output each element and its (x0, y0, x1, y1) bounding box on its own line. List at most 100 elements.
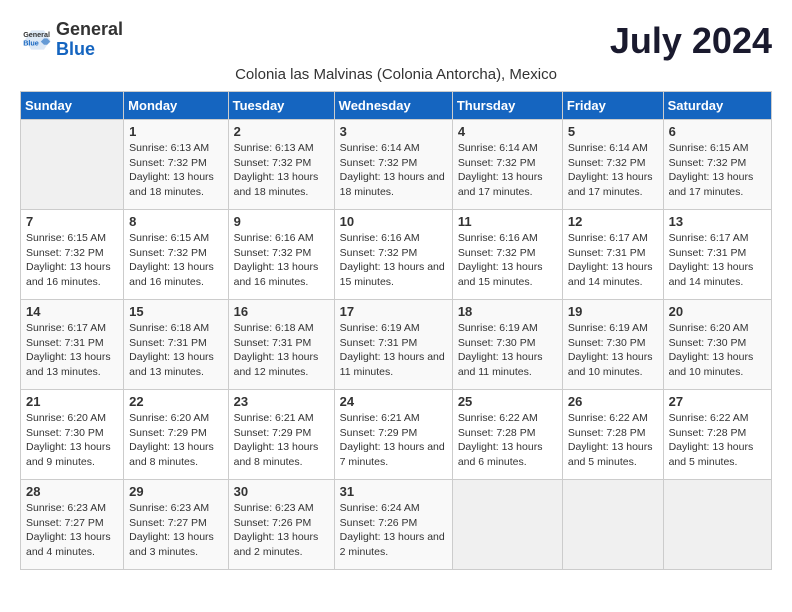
calendar-cell: 25Sunrise: 6:22 AMSunset: 7:28 PMDayligh… (452, 390, 562, 480)
day-info: Sunrise: 6:22 AMSunset: 7:28 PMDaylight:… (669, 411, 766, 470)
day-number: 17 (340, 304, 447, 319)
header-area: General Blue General Blue July 2024 (20, 20, 772, 62)
calendar-cell: 20 Sunrise: 6:20 AMSunset: 7:30 PMDayligh… (663, 300, 771, 390)
calendar-cell: 30Sunrise: 6:23 AMSunset: 7:26 PMDayligh… (228, 480, 334, 570)
day-info: Sunrise: 6:21 AMSunset: 7:29 PMDaylight:… (340, 411, 447, 470)
day-number: 19 (568, 304, 658, 319)
day-info: Sunrise: 6:23 AMSunset: 7:27 PMDaylight:… (129, 501, 222, 560)
month-year-title: July 2024 (610, 20, 772, 62)
calendar-cell: 28Sunrise: 6:23 AMSunset: 7:27 PMDayligh… (21, 480, 124, 570)
day-info: Sunrise: 6:14 AMSunset: 7:32 PMDaylight:… (568, 141, 658, 200)
day-number: 12 (568, 214, 658, 229)
calendar-cell: 19 Sunrise: 6:19 AMSunset: 7:30 PMDayligh… (562, 300, 663, 390)
day-info: Sunrise: 6:18 AMSunset: 7:31 PMDaylight:… (129, 321, 222, 380)
calendar-cell: 13Sunrise: 6:17 AMSunset: 7:31 PMDayligh… (663, 210, 771, 300)
day-number: 6 (669, 124, 766, 139)
day-number: 24 (340, 394, 447, 409)
day-number: 5 (568, 124, 658, 139)
calendar-week-row: 14Sunrise: 6:17 AMSunset: 7:31 PMDayligh… (21, 300, 772, 390)
day-info: Sunrise: 6:21 AMSunset: 7:29 PMDaylight:… (234, 411, 329, 470)
calendar-cell (21, 120, 124, 210)
day-info: Sunrise: 6:17 AMSunset: 7:31 PMDaylight:… (26, 321, 118, 380)
logo: General Blue General Blue (20, 20, 123, 60)
calendar-cell (663, 480, 771, 570)
calendar-cell: 24 Sunrise: 6:21 AMSunset: 7:29 PMDayligh… (334, 390, 452, 480)
calendar-cell: 16 Sunrise: 6:18 AMSunset: 7:31 PMDayligh… (228, 300, 334, 390)
day-number: 15 (129, 304, 222, 319)
day-info: Sunrise: 6:13 AMSunset: 7:32 PMDaylight:… (129, 141, 222, 200)
day-info: Sunrise: 6:20 AMSunset: 7:30 PMDaylight:… (26, 411, 118, 470)
weekday-header-sunday: Sunday (21, 92, 124, 120)
calendar-cell: 3 Sunrise: 6:14 AMSunset: 7:32 PMDaylight… (334, 120, 452, 210)
calendar-cell: 10 Sunrise: 6:16 AMSunset: 7:32 PMDayligh… (334, 210, 452, 300)
day-number: 2 (234, 124, 329, 139)
day-info: Sunrise: 6:22 AMSunset: 7:28 PMDaylight:… (568, 411, 658, 470)
calendar-table: SundayMondayTuesdayWednesdayThursdayFrid… (20, 91, 772, 570)
weekday-header-friday: Friday (562, 92, 663, 120)
weekday-header-monday: Monday (124, 92, 228, 120)
calendar-cell: 4 Sunrise: 6:14 AMSunset: 7:32 PMDaylight… (452, 120, 562, 210)
calendar-cell: 17 Sunrise: 6:19 AMSunset: 7:31 PMDayligh… (334, 300, 452, 390)
day-number: 27 (669, 394, 766, 409)
calendar-cell: 7Sunrise: 6:15 AMSunset: 7:32 PMDaylight… (21, 210, 124, 300)
logo-blue-text: Blue (56, 39, 95, 59)
day-number: 9 (234, 214, 329, 229)
calendar-cell: 21 Sunrise: 6:20 AMSunset: 7:30 PMDayligh… (21, 390, 124, 480)
day-number: 30 (234, 484, 329, 499)
day-info: Sunrise: 6:23 AMSunset: 7:27 PMDaylight:… (26, 501, 118, 560)
calendar-cell: 12 Sunrise: 6:17 AMSunset: 7:31 PMDayligh… (562, 210, 663, 300)
calendar-cell: 27 Sunrise: 6:22 AMSunset: 7:28 PMDayligh… (663, 390, 771, 480)
day-number: 21 (26, 394, 118, 409)
day-number: 25 (458, 394, 557, 409)
day-info: Sunrise: 6:15 AMSunset: 7:32 PMDaylight:… (26, 231, 118, 290)
calendar-cell: 22 Sunrise: 6:20 AMSunset: 7:29 PMDayligh… (124, 390, 228, 480)
calendar-cell: 31 Sunrise: 6:24 AMSunset: 7:26 PMDayligh… (334, 480, 452, 570)
day-info: Sunrise: 6:20 AMSunset: 7:29 PMDaylight:… (129, 411, 222, 470)
calendar-cell: 1Sunrise: 6:13 AMSunset: 7:32 PMDaylight… (124, 120, 228, 210)
calendar-week-row: 1Sunrise: 6:13 AMSunset: 7:32 PMDaylight… (21, 120, 772, 210)
general-blue-icon: General Blue (20, 24, 52, 56)
day-info: Sunrise: 6:14 AMSunset: 7:32 PMDaylight:… (458, 141, 557, 200)
day-number: 4 (458, 124, 557, 139)
svg-text:General: General (23, 30, 50, 39)
day-number: 22 (129, 394, 222, 409)
calendar-cell: 15 Sunrise: 6:18 AMSunset: 7:31 PMDayligh… (124, 300, 228, 390)
day-number: 10 (340, 214, 447, 229)
day-number: 8 (129, 214, 222, 229)
weekday-header-row: SundayMondayTuesdayWednesdayThursdayFrid… (21, 92, 772, 120)
day-number: 11 (458, 214, 557, 229)
calendar-week-row: 28Sunrise: 6:23 AMSunset: 7:27 PMDayligh… (21, 480, 772, 570)
day-number: 16 (234, 304, 329, 319)
calendar-cell: 9 Sunrise: 6:16 AMSunset: 7:32 PMDaylight… (228, 210, 334, 300)
weekday-header-saturday: Saturday (663, 92, 771, 120)
calendar-header: SundayMondayTuesdayWednesdayThursdayFrid… (21, 92, 772, 120)
calendar-body: 1Sunrise: 6:13 AMSunset: 7:32 PMDaylight… (21, 120, 772, 570)
day-number: 18 (458, 304, 557, 319)
day-info: Sunrise: 6:14 AMSunset: 7:32 PMDaylight:… (340, 141, 447, 200)
calendar-cell: 14Sunrise: 6:17 AMSunset: 7:31 PMDayligh… (21, 300, 124, 390)
day-number: 23 (234, 394, 329, 409)
day-number: 13 (669, 214, 766, 229)
calendar-cell: 26 Sunrise: 6:22 AMSunset: 7:28 PMDayligh… (562, 390, 663, 480)
logo-general-text: General (56, 19, 123, 39)
day-info: Sunrise: 6:20 AMSunset: 7:30 PMDaylight:… (669, 321, 766, 380)
day-info: Sunrise: 6:16 AMSunset: 7:32 PMDaylight:… (340, 231, 447, 290)
day-info: Sunrise: 6:19 AMSunset: 7:30 PMDaylight:… (568, 321, 658, 380)
calendar-cell: 5 Sunrise: 6:14 AMSunset: 7:32 PMDaylight… (562, 120, 663, 210)
calendar-cell: 2 Sunrise: 6:13 AMSunset: 7:32 PMDaylight… (228, 120, 334, 210)
day-info: Sunrise: 6:13 AMSunset: 7:32 PMDaylight:… (234, 141, 329, 200)
day-info: Sunrise: 6:18 AMSunset: 7:31 PMDaylight:… (234, 321, 329, 380)
calendar-cell: 8Sunrise: 6:15 AMSunset: 7:32 PMDaylight… (124, 210, 228, 300)
day-number: 26 (568, 394, 658, 409)
calendar-cell (562, 480, 663, 570)
calendar-cell: 23 Sunrise: 6:21 AMSunset: 7:29 PMDayligh… (228, 390, 334, 480)
day-info: Sunrise: 6:17 AMSunset: 7:31 PMDaylight:… (568, 231, 658, 290)
calendar-cell: 11Sunrise: 6:16 AMSunset: 7:32 PMDayligh… (452, 210, 562, 300)
day-number: 20 (669, 304, 766, 319)
weekday-header-wednesday: Wednesday (334, 92, 452, 120)
day-info: Sunrise: 6:24 AMSunset: 7:26 PMDaylight:… (340, 501, 447, 560)
day-number: 3 (340, 124, 447, 139)
day-number: 31 (340, 484, 447, 499)
day-info: Sunrise: 6:19 AMSunset: 7:31 PMDaylight:… (340, 321, 447, 380)
day-info: Sunrise: 6:16 AMSunset: 7:32 PMDaylight:… (234, 231, 329, 290)
